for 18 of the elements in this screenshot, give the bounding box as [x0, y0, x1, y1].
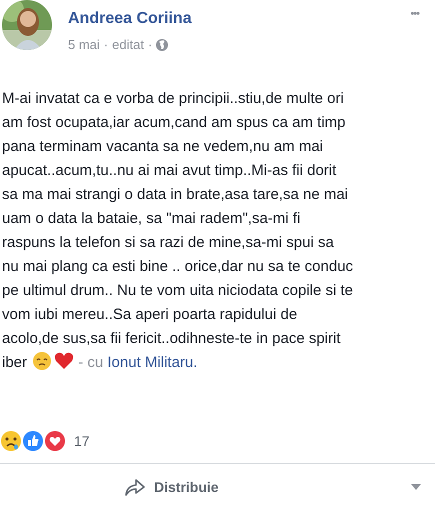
caret-icon[interactable] [411, 484, 421, 490]
reaction-count[interactable]: 17 [74, 430, 90, 452]
separator: · [148, 36, 152, 54]
globe-icon [156, 38, 168, 51]
post-date[interactable]: 5 mai [68, 35, 100, 54]
share-button[interactable]: Distribuie [118, 476, 225, 498]
heart-icon [54, 352, 74, 370]
author-name[interactable]: Andreea Coriina [68, 7, 192, 31]
like-reaction-icon [22, 430, 44, 452]
sad-reaction-icon [0, 430, 22, 452]
weary-face-icon [32, 351, 52, 371]
separator: · [104, 36, 108, 54]
tagged-person-link[interactable]: Ionut Militaru [107, 354, 194, 371]
edited-label[interactable]: editat [112, 35, 144, 54]
post-text: M-ai invatat ca e vorba de principii..stiu,de multe ori am fost ocupata,iar acum,cand am spus ca am timp pana terminam vacanta sa ne vedem,nu am mai apucat..acum,tu..nu ai mai avut timp..Mi-as fii dorit sa ma mai strangi o data in brate,asa tare,sa ne mai uam o data la bataie, sa "mai radem",sa-mi fi raspuns la telefon si sa razi de mine,sa-mi spui sa nu mai plang ca esti bine .. orice,dar nu sa te conduc pe ultimul drum.. Nu te vom uita niciodata copile si te vom iubi mereu..Sa aperi poarta rapidului de acolo,de sus,sa fii fericit..odihneste-te in pace spirit iber - cu Ionut Militaru. [2, 89, 354, 373]
more-options[interactable]: ••• [410, 6, 419, 22]
love-reaction-icon [44, 430, 66, 452]
share-icon [124, 478, 146, 496]
